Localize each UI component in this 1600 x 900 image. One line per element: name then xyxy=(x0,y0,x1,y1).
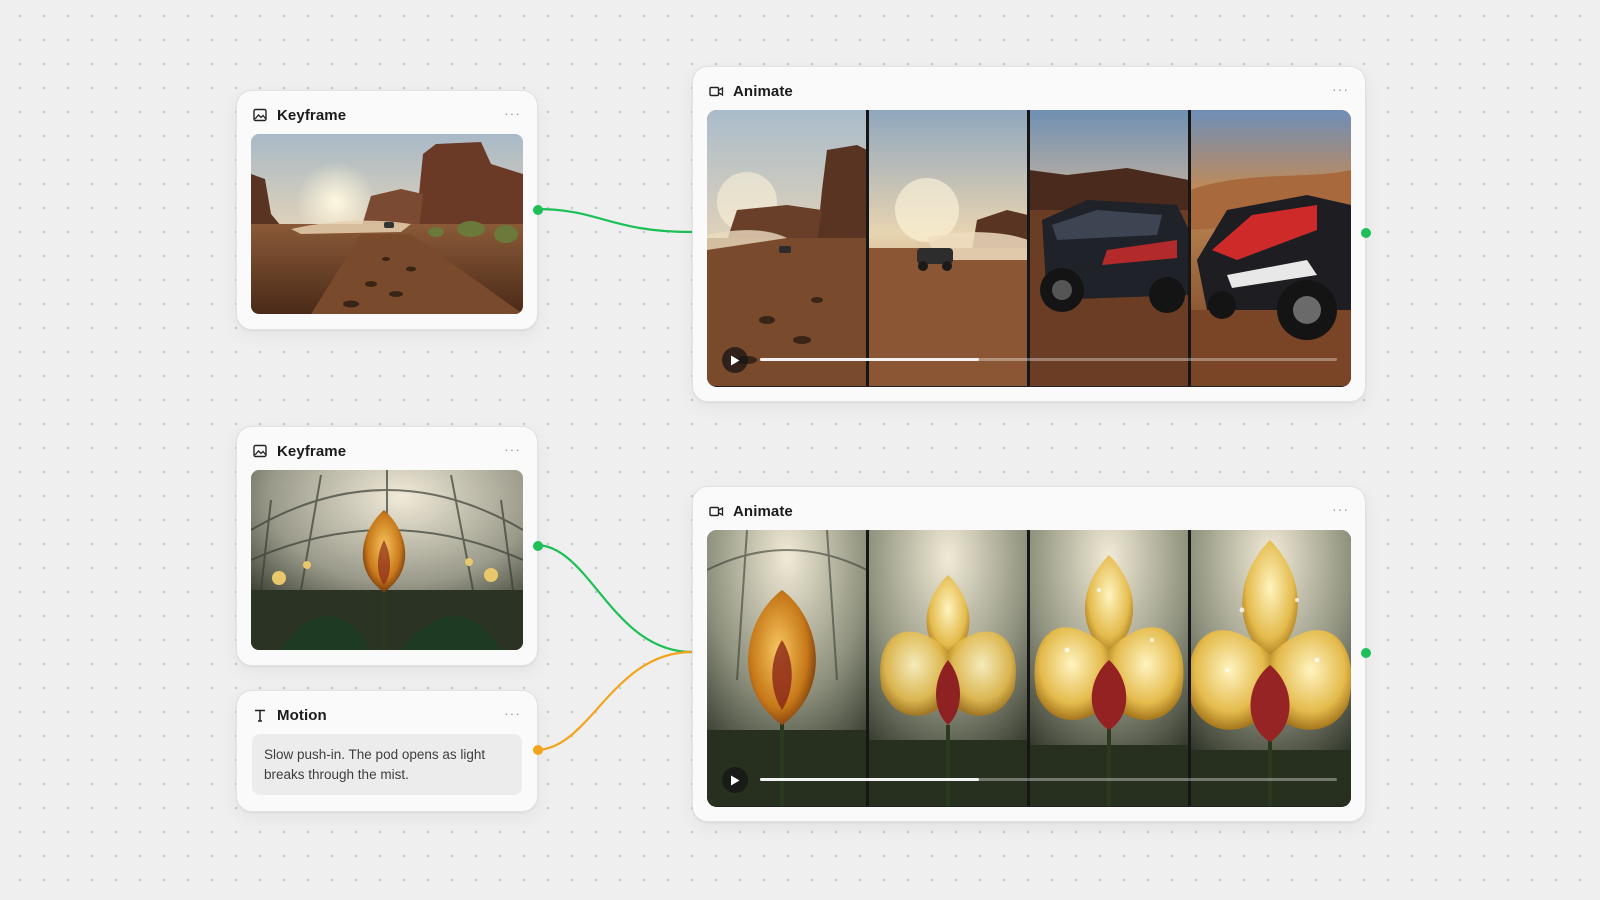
more-options-icon[interactable]: ··· xyxy=(1330,502,1351,520)
output-port[interactable] xyxy=(533,745,543,755)
output-port[interactable] xyxy=(533,541,543,551)
video-preview[interactable] xyxy=(707,530,1351,807)
video-frame-3 xyxy=(1029,530,1189,806)
video-frame-1 xyxy=(707,110,867,386)
node-title: Keyframe xyxy=(277,442,347,460)
video-camera-icon xyxy=(708,83,724,99)
video-frame-3 xyxy=(1029,110,1189,386)
node-title: Animate xyxy=(733,502,793,520)
motion-prompt-text[interactable]: Slow push-in. The pod opens as light bre… xyxy=(252,734,522,795)
motion-node[interactable]: Motion ··· Slow push-in. The pod opens a… xyxy=(236,690,543,812)
node-title: Keyframe xyxy=(277,106,347,124)
video-progress-bar[interactable] xyxy=(760,358,1337,361)
more-options-icon[interactable]: ··· xyxy=(502,106,523,124)
node-title: Animate xyxy=(733,82,793,100)
more-options-icon[interactable]: ··· xyxy=(1330,82,1351,100)
keyframe-node-2[interactable]: Keyframe ··· xyxy=(236,426,543,666)
image-icon xyxy=(252,443,268,459)
video-frame-2 xyxy=(868,110,1028,386)
image-icon xyxy=(252,107,268,123)
more-options-icon[interactable]: ··· xyxy=(502,442,523,460)
node-header: Keyframe ··· xyxy=(252,105,523,125)
video-frame-4 xyxy=(1190,110,1351,386)
video-camera-icon xyxy=(708,503,724,519)
play-button[interactable] xyxy=(722,767,748,793)
output-port[interactable] xyxy=(1361,648,1371,658)
more-options-icon[interactable]: ··· xyxy=(502,706,523,724)
animate-node-2[interactable]: Animate ··· xyxy=(692,486,1371,822)
output-port[interactable] xyxy=(533,205,543,215)
animate-node-1[interactable]: Animate ··· xyxy=(692,66,1371,402)
keyframe-image-desert xyxy=(251,134,523,314)
text-icon xyxy=(252,707,268,723)
node-header: Motion ··· xyxy=(252,705,523,725)
wire-motion-to-animate2[interactable] xyxy=(535,650,693,752)
wire-keyframe2-to-animate2[interactable] xyxy=(535,543,693,654)
node-header: Keyframe ··· xyxy=(252,441,523,461)
keyframe-node-1[interactable]: Keyframe ··· xyxy=(236,90,543,330)
node-title: Motion xyxy=(277,706,327,724)
video-progress-fill xyxy=(760,358,980,361)
video-frame-4 xyxy=(1188,530,1351,806)
node-header: Animate ··· xyxy=(708,81,1351,101)
play-button[interactable] xyxy=(722,347,748,373)
video-frame-1 xyxy=(707,530,868,806)
video-preview[interactable] xyxy=(707,110,1351,387)
wire-keyframe1-to-animate1[interactable] xyxy=(535,207,693,234)
video-frame-2 xyxy=(868,530,1028,806)
node-header: Animate ··· xyxy=(708,501,1351,521)
keyframe-image-orchid xyxy=(251,470,523,650)
video-progress-bar[interactable] xyxy=(760,778,1337,781)
video-progress-fill xyxy=(760,778,980,781)
output-port[interactable] xyxy=(1361,228,1371,238)
